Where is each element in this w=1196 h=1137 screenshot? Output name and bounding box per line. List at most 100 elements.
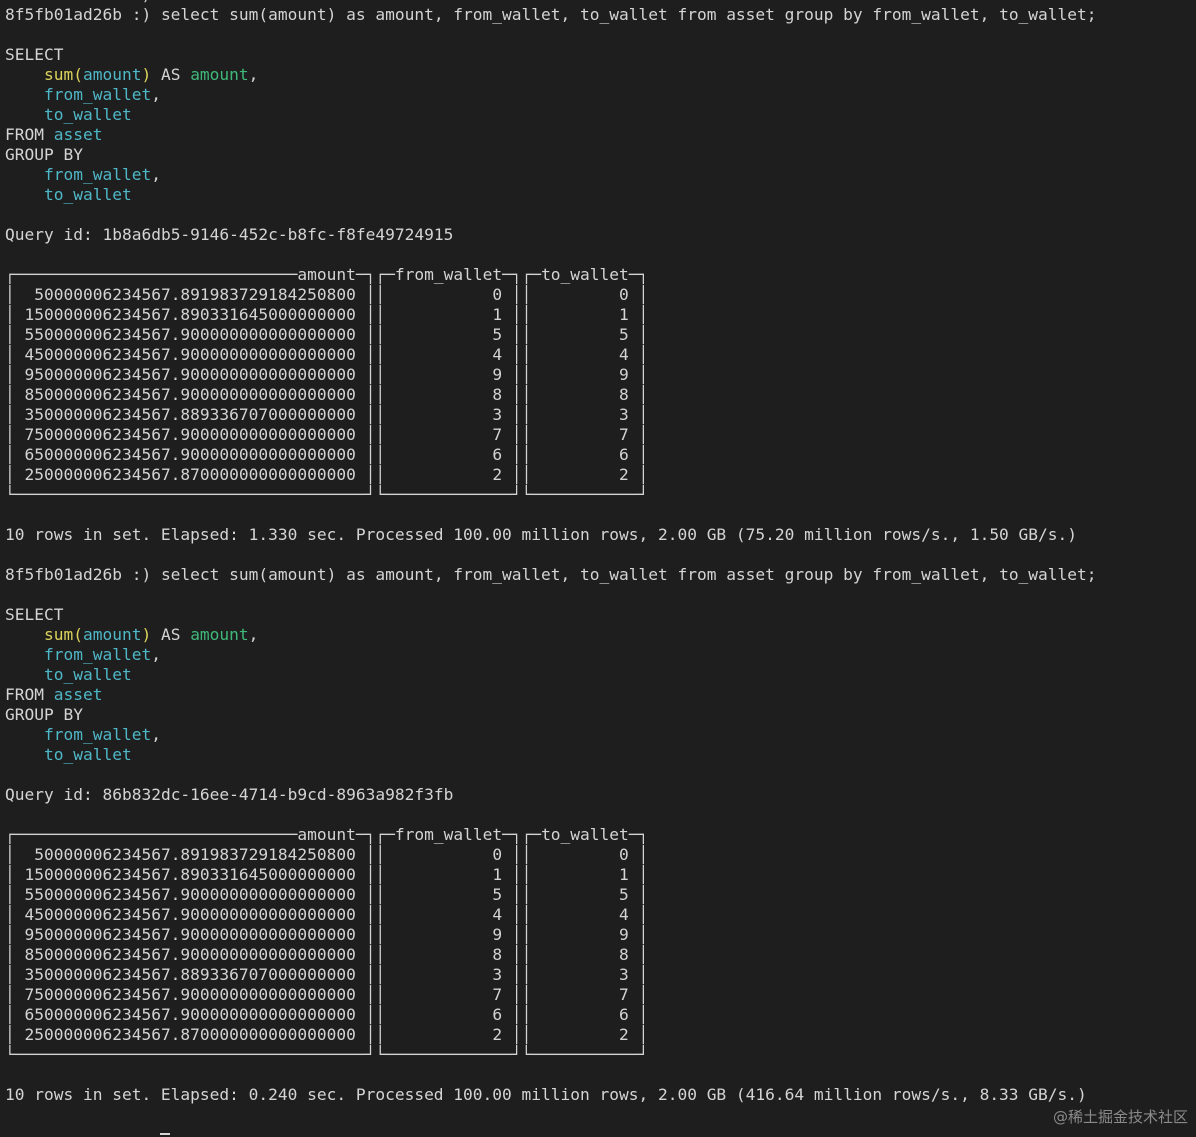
- table-bottom-border: └────────────────────────────────────┘└─…: [5, 485, 649, 504]
- table-cell: 5: [492, 885, 503, 904]
- table-row: │ 650000006234567.900000000000000000 ││ …: [5, 445, 649, 464]
- table-row: │ 150000006234567.890331645000000000 ││ …: [5, 865, 649, 884]
- table-cell: 6: [492, 1005, 503, 1024]
- table-cell: 3: [492, 965, 503, 984]
- table-cell: 250000006234567.870000000000000000: [24, 1025, 356, 1044]
- table-row: │ 250000006234567.870000000000000000 ││ …: [5, 465, 649, 484]
- table-row: │ 450000006234567.900000000000000000 ││ …: [5, 905, 649, 924]
- table-cell: 950000006234567.900000000000000000: [24, 925, 356, 944]
- table-cell: 850000006234567.900000000000000000: [24, 945, 356, 964]
- footer-line: 10 rows in set. Elapsed: 1.330 sec. Proc…: [5, 525, 1196, 545]
- table-cell: 2: [492, 465, 503, 484]
- table-row: │ 850000006234567.900000000000000000 ││ …: [5, 945, 649, 964]
- table-header: ┌─────────────────────────────amount─┐┌─…: [5, 825, 649, 844]
- query-id-line: Query id: 86b832dc-16ee-4714-b9cd-8963a9…: [5, 785, 1196, 805]
- table-cell: 450000006234567.900000000000000000: [24, 905, 356, 924]
- table-row: │ 950000006234567.900000000000000000 ││ …: [5, 925, 649, 944]
- query-id-label: Query id:: [5, 785, 93, 804]
- terminal-output: 8f5fb01ad26b :) 8f5fb01ad26b :) select s…: [5, 0, 1196, 1105]
- table-row: │ 750000006234567.900000000000000000 ││ …: [5, 985, 649, 1004]
- table-cell: 750000006234567.900000000000000000: [24, 985, 356, 1004]
- command-text: select sum(amount) as amount, from_walle…: [160, 5, 1097, 24]
- table-cell: 5: [619, 325, 629, 344]
- query-id: 86b832dc-16ee-4714-b9cd-8963a982f3fb: [102, 785, 454, 804]
- table-cell: 9: [492, 365, 503, 384]
- table-cell: 50000006234567.891983729184250800: [34, 285, 356, 304]
- table-cell: 250000006234567.870000000000000000: [24, 465, 356, 484]
- table-cell: 0: [619, 845, 629, 864]
- query-id-line: Query id: 1b8a6db5-9146-452c-b8fc-f8fe49…: [5, 225, 1196, 245]
- table-row: │ 550000006234567.900000000000000000 ││ …: [5, 885, 649, 904]
- table-cell: 0: [492, 845, 503, 864]
- table-cell: 9: [492, 925, 503, 944]
- table-cell: 9: [619, 365, 629, 384]
- table-cell: 0: [492, 285, 503, 304]
- table-cell: 150000006234567.890331645000000000: [24, 865, 356, 884]
- table-cell: 3: [492, 405, 503, 424]
- column-header: to_wallet: [541, 265, 629, 284]
- table-cell: 50000006234567.891983729184250800: [34, 845, 356, 864]
- table-header: ┌─────────────────────────────amount─┐┌─…: [5, 265, 649, 284]
- column-header: amount: [297, 825, 356, 844]
- table-row: │ 150000006234567.890331645000000000 ││ …: [5, 305, 649, 324]
- table-row: │ 950000006234567.900000000000000000 ││ …: [5, 365, 649, 384]
- result-table: ┌─────────────────────────────amount─┐┌─…: [5, 265, 1196, 505]
- table-cell: 6: [619, 445, 629, 464]
- table-cell: 1: [619, 305, 629, 324]
- table-cell: 850000006234567.900000000000000000: [24, 385, 356, 404]
- table-cell: 9: [619, 925, 629, 944]
- footer-text: 10 rows in set. Elapsed: 0.240 sec. Proc…: [5, 1085, 1087, 1104]
- table-cell: 350000006234567.889336707000000000: [24, 965, 356, 984]
- table-cell: 8: [492, 385, 503, 404]
- table-row: │ 50000006234567.891983729184250800 ││ 0…: [5, 285, 649, 304]
- table-bottom-border: └────────────────────────────────────┘└─…: [5, 1045, 649, 1064]
- footer-line: 10 rows in set. Elapsed: 0.240 sec. Proc…: [5, 1085, 1196, 1105]
- table-cell: 950000006234567.900000000000000000: [24, 365, 356, 384]
- table-cell: 550000006234567.900000000000000000: [24, 885, 356, 904]
- column-header: to_wallet: [541, 825, 629, 844]
- footer-text: 10 rows in set. Elapsed: 1.330 sec. Proc…: [5, 525, 1078, 544]
- watermark: @稀土掘金技术社区: [1052, 1108, 1188, 1126]
- column-header: from_wallet: [394, 825, 503, 844]
- table-cell: 5: [619, 885, 629, 904]
- formatted-query: SELECT sum(amount) AS amount, from_walle…: [5, 605, 259, 764]
- table-cell: 8: [492, 945, 503, 964]
- table-row: │ 350000006234567.889336707000000000 ││ …: [5, 405, 649, 424]
- table-row: │ 550000006234567.900000000000000000 ││ …: [5, 325, 649, 344]
- prompt-text: 8f5fb01ad26b :): [5, 5, 152, 24]
- formatted-query: SELECT sum(amount) AS amount, from_walle…: [5, 45, 259, 204]
- table-cell: 3: [619, 965, 629, 984]
- query-id: 1b8a6db5-9146-452c-b8fc-f8fe49724915: [102, 225, 454, 244]
- table-cell: 550000006234567.900000000000000000: [24, 325, 356, 344]
- prompt-text: 8f5fb01ad26b :): [5, 0, 151, 4]
- column-header: amount: [297, 265, 356, 284]
- table-cell: 7: [492, 985, 503, 1004]
- command-line: 8f5fb01ad26b :) select sum(amount) as am…: [5, 565, 1196, 585]
- table-cell: 6: [619, 1005, 629, 1024]
- table-cell: 4: [619, 905, 629, 924]
- table-cell: 750000006234567.900000000000000000: [24, 425, 356, 444]
- table-cell: 7: [619, 425, 629, 444]
- command-line: 8f5fb01ad26b :) select sum(amount) as am…: [5, 5, 1196, 25]
- table-cell: 2: [492, 1025, 503, 1044]
- table-cell: 1: [619, 865, 629, 884]
- table-cell: 350000006234567.889336707000000000: [24, 405, 356, 424]
- table-cell: 450000006234567.900000000000000000: [24, 345, 356, 364]
- table-cell: 4: [492, 905, 503, 924]
- table-cell: 8: [619, 945, 629, 964]
- table-cell: 1: [492, 865, 503, 884]
- result-table: ┌─────────────────────────────amount─┐┌─…: [5, 825, 1196, 1065]
- table-cell: 0: [619, 285, 629, 304]
- table-cell: 650000006234567.900000000000000000: [24, 1005, 356, 1024]
- table-cell: 2: [619, 1025, 629, 1044]
- table-cell: 1: [492, 305, 503, 324]
- table-cell: 3: [619, 405, 629, 424]
